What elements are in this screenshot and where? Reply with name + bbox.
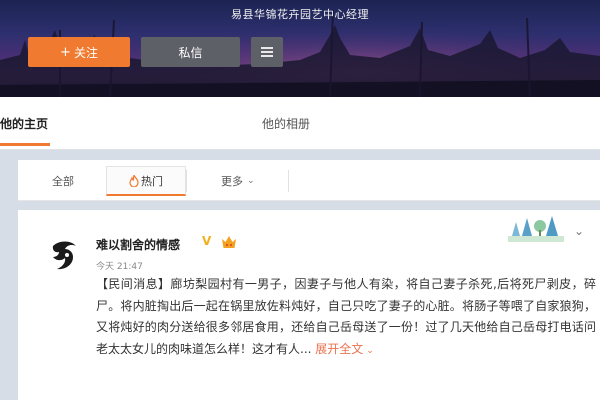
divider — [186, 170, 187, 192]
profile-nav: 他的主页 他的相册 — [0, 97, 600, 150]
chevron-down-icon: ⌄ — [366, 345, 374, 356]
post-menu-chevron-icon[interactable]: ⌄ — [574, 224, 584, 238]
profile-banner: 易县华锦花卉园艺中心经理 + 关注 私信 — [0, 0, 600, 97]
vip-crown-icon — [222, 236, 236, 248]
filter-more-label: 更多 — [221, 175, 243, 188]
more-menu-button[interactable] — [251, 37, 283, 67]
plus-icon: + — [60, 44, 71, 60]
message-label: 私信 — [178, 45, 203, 60]
follow-label: 关注 — [73, 45, 98, 60]
active-tab-indicator — [0, 143, 50, 146]
expand-full-text-link[interactable]: 展开全文 — [315, 342, 363, 356]
profile-description: 易县华锦花卉园艺中心经理 — [231, 8, 369, 21]
filter-hot-label: 热门 — [141, 174, 163, 188]
chevron-down-icon: ⌄ — [247, 176, 255, 186]
divider — [288, 170, 289, 192]
filter-all[interactable]: 全部 — [52, 173, 74, 189]
feed-filter-tabs: 全部 热门 更多 ⌄ — [18, 160, 600, 201]
post-timestamp[interactable]: 今天 21:47 — [96, 259, 143, 272]
post-author-name[interactable]: 难以割舍的情感 — [96, 236, 180, 253]
filter-more[interactable]: 更多 ⌄ — [221, 173, 255, 189]
tab-home[interactable]: 他的主页 — [0, 115, 48, 132]
filter-hot[interactable]: 热门 — [106, 166, 186, 196]
fire-icon — [129, 174, 139, 187]
card-decoration-icon — [508, 216, 564, 242]
follow-button[interactable]: + 关注 — [28, 37, 130, 67]
tab-album[interactable]: 他的相册 — [262, 115, 310, 132]
post-body: 【民间消息】廊坊梨园村有一男子，因妻子与他人有染，将自己妻子杀死,后将死尸剥皮，… — [96, 274, 596, 362]
message-button[interactable]: 私信 — [141, 37, 240, 67]
verified-icon: V — [202, 234, 212, 248]
post-card: 难以割舍的情感 V 今天 21:47 ⌄ 【民间消息】廊坊梨园村有一男子，因妻子… — [18, 210, 600, 400]
menu-icon — [261, 47, 273, 57]
avatar[interactable] — [45, 236, 83, 274]
